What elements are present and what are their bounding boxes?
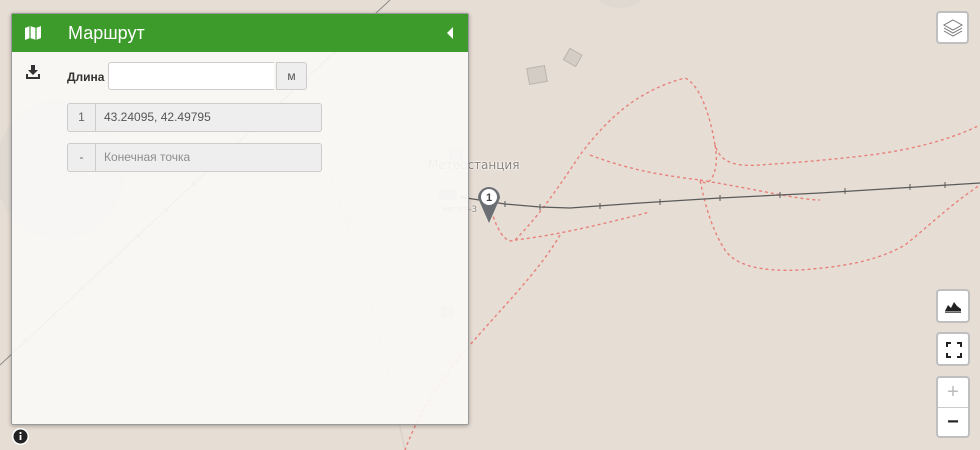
length-unit: м <box>276 62 307 90</box>
route-panel-title: Маршрут <box>68 23 145 43</box>
route-point-index: 1 <box>68 104 96 131</box>
zoom-out-button[interactable]: − <box>938 408 968 437</box>
route-panel-header: Маршрут <box>12 14 468 52</box>
info-icon <box>12 428 29 450</box>
map-icon <box>24 25 42 46</box>
length-field[interactable] <box>108 62 274 90</box>
route-marker-number: 1 <box>486 192 492 204</box>
elevation-profile-icon <box>945 299 961 318</box>
route-point-index: - <box>68 144 96 171</box>
info-button[interactable] <box>12 428 29 445</box>
layers-icon <box>942 17 964 44</box>
route-point-start[interactable]: 1 43.24095, 42.49795 <box>67 103 322 132</box>
route-panel: Маршрут Длина м 1 43.24095, 42.49795 - К… <box>11 13 469 425</box>
layers-button[interactable] <box>936 11 969 44</box>
zoom-in-button[interactable]: + <box>938 378 968 408</box>
length-label: Длина <box>67 70 105 84</box>
download-icon[interactable] <box>25 64 41 85</box>
fullscreen-icon <box>946 342 962 363</box>
route-point-end[interactable]: - Конечная точка <box>67 143 322 172</box>
fullscreen-button[interactable] <box>936 332 970 366</box>
route-point-coordinates[interactable]: 43.24095, 42.49795 <box>96 104 321 131</box>
caret-left-icon[interactable] <box>446 26 454 44</box>
zoom-control: + − <box>936 376 970 438</box>
elevation-profile-button[interactable] <box>936 289 970 323</box>
route-point-end-input[interactable]: Конечная точка <box>96 144 321 171</box>
